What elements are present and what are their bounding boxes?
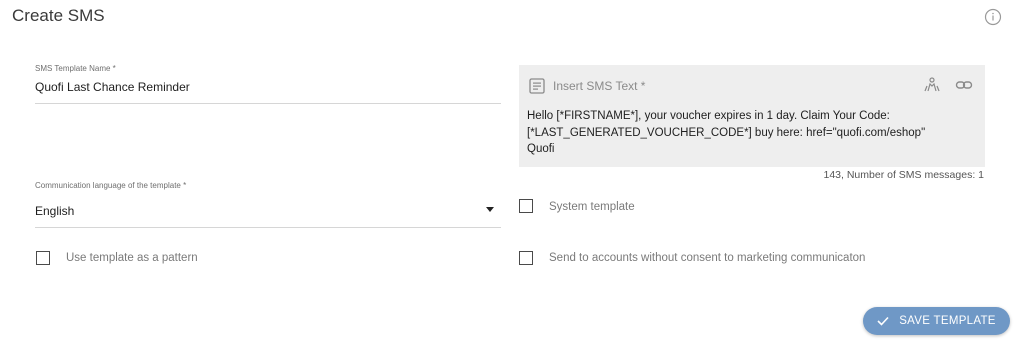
send-without-consent-label: Send to accounts without consent to mark…: [549, 252, 866, 264]
sms-editor-header: Insert SMS Text *: [529, 77, 645, 95]
sms-counter: 143, Number of SMS messages: 1: [823, 169, 985, 181]
template-name-underline: [35, 103, 501, 104]
system-template-label: System template: [549, 201, 635, 213]
sms-text-editor[interactable]: Insert SMS Text * Hello [*FIRSTNAME*], y…: [519, 65, 985, 167]
check-icon: [877, 316, 889, 326]
page-title: Create SMS: [12, 6, 105, 25]
link-icon[interactable]: [955, 77, 973, 93]
personalization-icon[interactable]: [923, 77, 941, 93]
use-as-pattern-checkbox[interactable]: [36, 251, 50, 265]
sms-text-line: [*LAST_GENERATED_VOUCHER_CODE*] buy here…: [527, 126, 926, 139]
template-name-label: SMS Template Name *: [35, 64, 116, 73]
system-template-checkbox[interactable]: [519, 199, 533, 213]
sms-text-line: Hello [*FIRSTNAME*], your voucher expire…: [527, 110, 890, 122]
language-select[interactable]: English: [35, 204, 74, 218]
text-template-icon: [529, 78, 545, 94]
save-template-button[interactable]: SAVE TEMPLATE: [863, 307, 1010, 335]
chevron-down-icon[interactable]: [486, 207, 494, 212]
info-icon[interactable]: [984, 8, 1002, 26]
language-underline: [35, 227, 501, 228]
sms-text-content[interactable]: Hello [*FIRSTNAME*], your voucher expire…: [527, 108, 967, 158]
template-name-input[interactable]: Quofi Last Chance Reminder: [35, 80, 190, 94]
use-as-pattern-label: Use template as a pattern: [66, 252, 198, 264]
sms-editor-toolbar: [923, 77, 973, 93]
save-template-label: SAVE TEMPLATE: [899, 315, 996, 327]
send-without-consent-checkbox[interactable]: [519, 251, 533, 265]
sms-editor-label: Insert SMS Text *: [553, 79, 646, 93]
language-label: Communication language of the template *: [35, 181, 187, 190]
sms-text-line: Quofi: [527, 143, 555, 155]
